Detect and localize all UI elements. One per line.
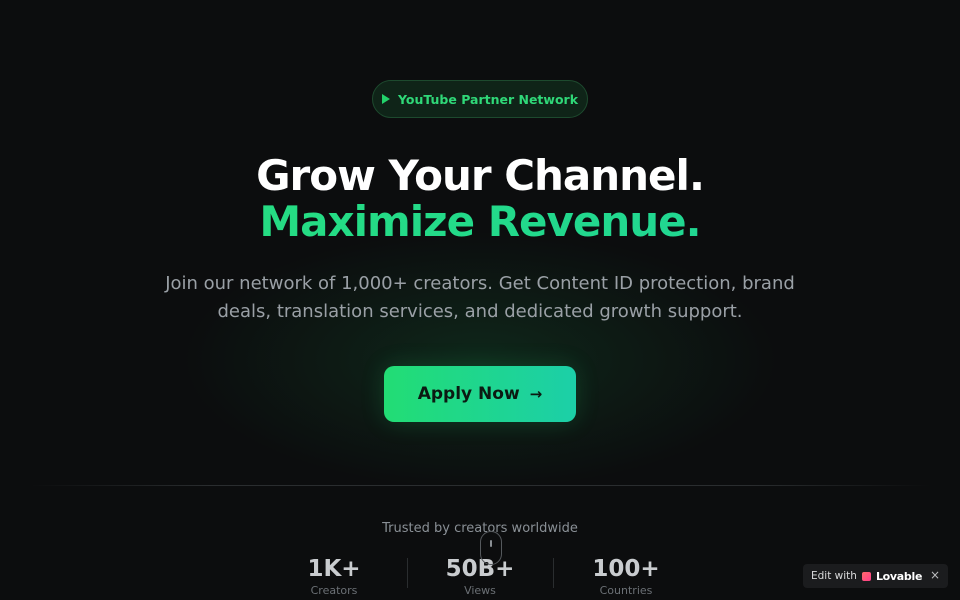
stat-value: 1K+ bbox=[307, 556, 361, 582]
hero-title-line2: Maximize Revenue. bbox=[0, 197, 960, 246]
scroll-wheel bbox=[490, 540, 492, 547]
stat-views: 50B+ Views bbox=[407, 556, 553, 600]
hero-subtitle: Join our network of 1,000+ creators. Get… bbox=[165, 273, 795, 322]
stat-value: 100+ bbox=[592, 556, 660, 582]
stat-countries: 100+ Countries bbox=[553, 556, 699, 600]
lovable-heart-icon bbox=[861, 571, 871, 581]
close-icon[interactable]: × bbox=[930, 568, 940, 582]
badge-label: YouTube Partner Network bbox=[397, 91, 579, 107]
stat-creators: 1K+ Creators bbox=[261, 556, 407, 600]
arrow-right-icon: → bbox=[529, 385, 543, 403]
play-icon bbox=[381, 94, 390, 104]
apply-now-label: Apply Now bbox=[417, 384, 520, 404]
stat-label: Creators bbox=[310, 584, 358, 597]
trusted-label: Trusted by creators worldwide bbox=[382, 521, 578, 536]
stats-row: 1K+ Creators 50B+ Views 100+ Countries bbox=[260, 556, 700, 600]
stat-label: Countries bbox=[599, 584, 653, 597]
hero-title-line1: Grow Your Channel. bbox=[256, 151, 705, 200]
scroll-indicator-icon bbox=[480, 531, 502, 565]
partner-network-badge: YouTube Partner Network bbox=[372, 80, 588, 118]
stat-value: 50B+ bbox=[445, 556, 515, 582]
edit-with-lovable-badge[interactable]: Edit with Lovable × bbox=[803, 564, 948, 588]
background-glow bbox=[180, 230, 780, 490]
apply-now-button[interactable]: Apply Now → bbox=[384, 366, 576, 422]
stat-label: Views bbox=[464, 584, 496, 597]
lovable-brand: Lovable bbox=[875, 569, 923, 583]
edit-with-label: Edit with bbox=[811, 570, 857, 582]
section-divider bbox=[30, 485, 930, 486]
